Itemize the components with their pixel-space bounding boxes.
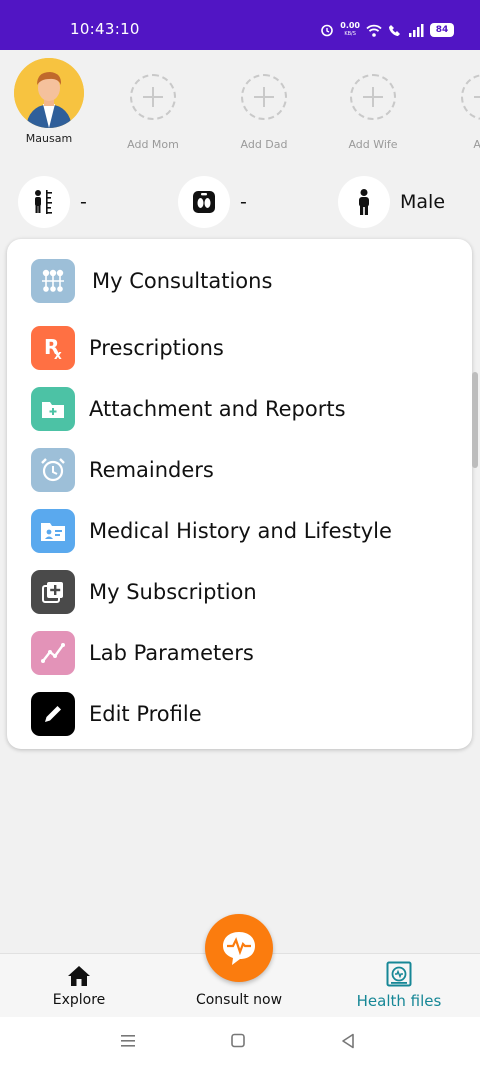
gender-value: Male [400,191,446,213]
menu-item-label: Edit Profile [89,702,202,726]
menu-item-label: My Subscription [89,580,257,604]
nav-explore-label: Explore [52,992,106,1008]
signal-icon [409,23,424,37]
add-member-button[interactable]: Add [434,58,480,151]
add-member-label: Add Dad [240,138,288,151]
status-bar: 10:43:10 0.00 KB/S 84 [0,0,480,50]
menu-item-label: Remainders [89,458,214,482]
member-self[interactable]: Mausam [0,58,99,145]
alarm-icon [321,24,334,37]
subscription-icon [31,570,75,614]
family-members-row[interactable]: Mausam Add Mom Add Dad Add Wife Add [0,50,480,162]
menu-item-lab-parameters[interactable]: Lab Parameters [31,629,254,677]
member-name: Mausam [25,132,73,145]
consultations-icon [31,259,75,303]
add-member-icon[interactable] [130,74,176,120]
folder-plus-icon [31,387,75,431]
menu-item-prescriptions[interactable]: R x Prescriptions [31,324,224,372]
health-files-icon [386,961,412,987]
menu-item-attachment-reports[interactable]: Attachment and Reports [31,385,346,433]
svg-text:x: x [54,348,62,362]
wifi-icon [366,24,382,37]
add-wife-button[interactable]: Add Wife [323,58,423,151]
menu-item-my-consultations[interactable]: My Consultations [31,257,272,305]
menu-item-label: Medical History and Lifestyle [89,519,392,543]
nav-health-files-label: Health files [356,992,442,1010]
add-mom-button[interactable]: Add Mom [103,58,203,151]
add-dad-button[interactable]: Add Dad [214,58,314,151]
nav-health-files[interactable]: Health files [329,954,469,1018]
menu-item-medical-history[interactable]: Medical History and Lifestyle [31,507,392,555]
wifi-call-icon [389,25,400,36]
add-member-icon[interactable] [241,74,287,120]
avatar-illustration [14,58,84,128]
nav-consult-label: Consult now [195,992,283,1008]
back-triangle-icon[interactable] [338,1031,362,1053]
height-value: - [80,191,87,213]
menu-item-edit-profile[interactable]: Edit Profile [31,690,202,738]
add-member-label: Add Wife [348,138,398,151]
height-stat: - [18,176,87,228]
chart-line-icon [31,631,75,675]
status-time: 10:43:10 [70,20,140,38]
menu-item-label: My Consultations [92,269,273,293]
rx-icon: R x [31,326,75,370]
pencil-icon [31,692,75,736]
system-navigation-bar [0,1017,480,1066]
add-member-icon[interactable] [350,74,396,120]
net-speed: 0.00 KB/S [340,22,360,38]
menu-item-label: Lab Parameters [89,641,254,665]
menu-icon[interactable] [118,1031,142,1053]
consult-chat-pulse-icon [223,932,255,965]
home-icon [68,966,90,986]
consult-now-button[interactable] [205,914,273,982]
medical-folder-icon [31,509,75,553]
gender-stat: Male [338,176,445,228]
menu-item-label: Attachment and Reports [89,397,346,421]
add-member-label: Add [473,138,480,151]
menu-item-remainders[interactable]: Remainders [31,446,214,494]
home-square-icon[interactable] [228,1031,252,1053]
avatar[interactable] [14,58,84,128]
nav-explore[interactable]: Explore [9,954,149,1018]
status-icons: 0.00 KB/S 84 [320,20,454,40]
height-icon [18,176,70,228]
profile-stats: - - Male [0,172,480,230]
add-member-label: Add Mom [127,138,179,151]
net-speed-value: 0.00 [340,21,360,30]
weight-scale-icon [178,176,230,228]
health-menu-card: My Consultations R x Prescriptions Attac… [7,239,472,749]
weight-stat: - [178,176,247,228]
menu-item-label: Prescriptions [89,336,224,360]
add-member-icon[interactable] [461,74,480,120]
alarm-clock-icon [31,448,75,492]
weight-value: - [240,191,247,213]
menu-item-my-subscription[interactable]: My Subscription [31,568,257,616]
battery-icon: 84 [430,23,454,37]
scrollbar[interactable] [472,372,478,468]
person-icon [338,176,390,228]
net-speed-unit: KB/S [344,31,356,37]
